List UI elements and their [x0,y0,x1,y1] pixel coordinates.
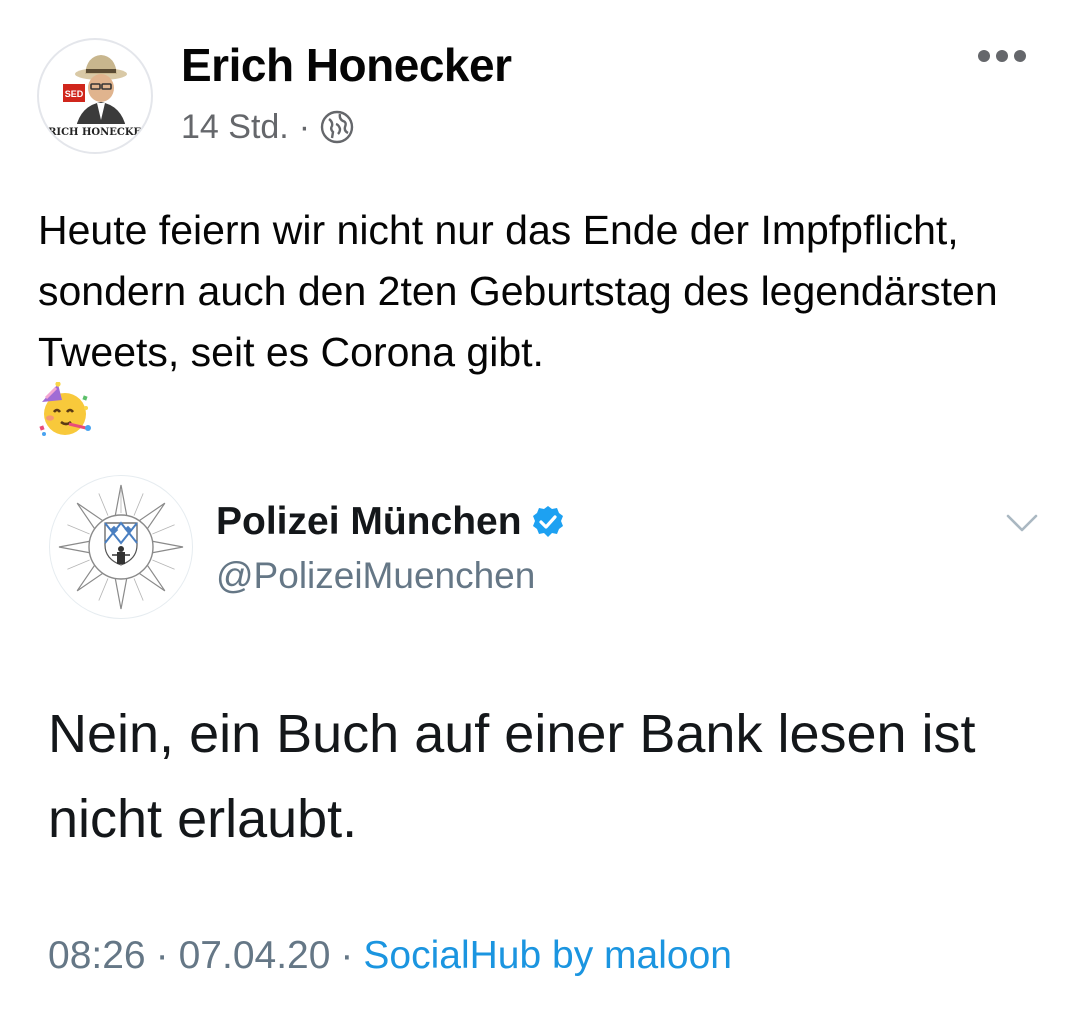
more-dot [1014,50,1026,62]
globe-icon[interactable] [320,110,354,144]
author-name[interactable]: Erich Honecker [181,38,512,92]
facebook-post: SED ERICH HONECKER Erich Honecker 14 Std… [0,0,1080,1021]
svg-text:SED: SED [65,89,84,99]
tweet-source-link[interactable]: SocialHub by maloon [363,934,732,978]
more-dot [978,50,990,62]
meta-separator: · [298,107,311,146]
partying-face-emoji [39,382,91,436]
tweet-author-avatar[interactable] [49,475,193,619]
tweet-text: Nein, ein Buch auf einer Bank lesen ist … [48,704,976,849]
svg-text:ERICH HONECKER: ERICH HONECKER [40,127,150,138]
verified-badge-icon [532,506,563,537]
more-options-icon[interactable] [976,46,1028,66]
post-meta: 14 Std. · [181,106,354,148]
chevron-down-icon[interactable] [1004,510,1040,536]
tweet-date[interactable]: 07.04.20 [179,934,331,978]
more-dot [996,50,1008,62]
post-time[interactable]: 14 Std. [181,108,289,147]
tweet-time[interactable]: 08:26 [48,934,146,978]
tweet-footer: 08:26 · 07.04.20 · SocialHub by maloon [48,934,732,978]
tweet-author-handle[interactable]: @PolizeiMuenchen [216,555,535,597]
tweet-author-name[interactable]: Polizei München [216,500,522,544]
author-avatar[interactable]: SED ERICH HONECKER [37,38,153,154]
tweet-author-row: Polizei München [216,500,566,544]
tweet-footer-separator: · [340,934,354,977]
tweet-footer-separator: · [155,934,169,977]
post-text: Heute feiern wir nicht nur das Ende der … [38,207,998,375]
